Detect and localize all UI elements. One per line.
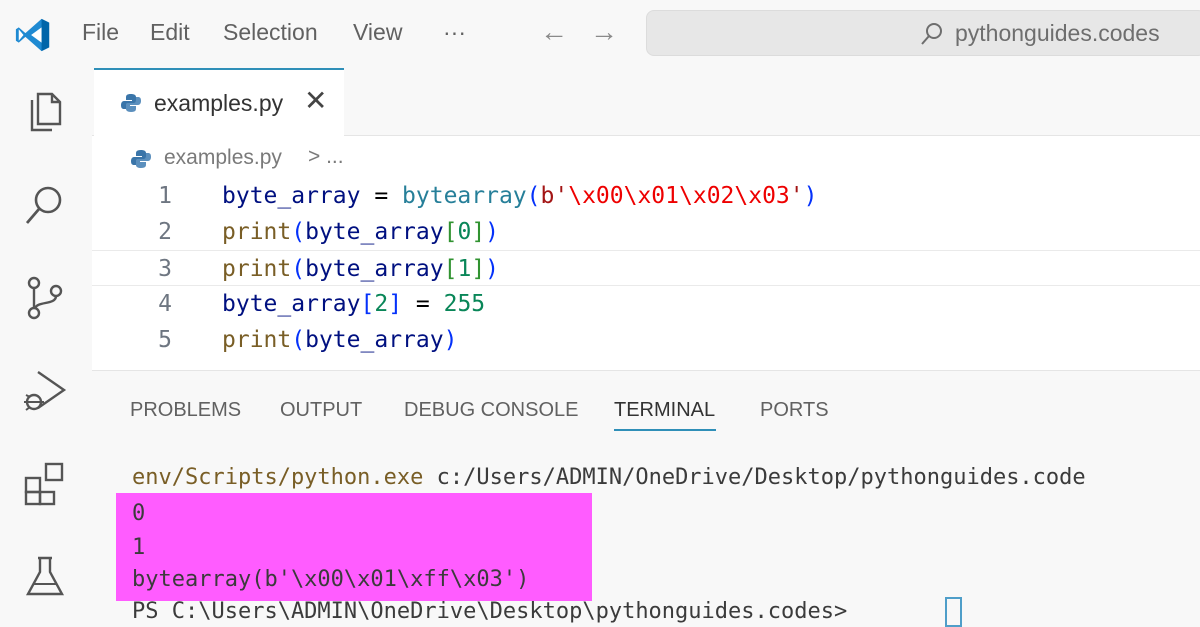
tab-examples-py[interactable]: examples.py ✕: [94, 68, 344, 137]
line-content: byte_array[2] = 255: [222, 291, 486, 317]
extensions-icon[interactable]: [20, 458, 70, 508]
editor-tab-strip: examples.py ✕: [92, 68, 1200, 137]
command-center-search[interactable]: pythonguides.codes: [646, 10, 1200, 56]
line-content: byte_array = bytearray(b'\x00\x01\x02\x0…: [222, 183, 818, 209]
code-line[interactable]: 2 print(byte_array[0]): [92, 214, 1200, 250]
back-arrow-icon[interactable]: ←: [540, 16, 568, 48]
tab-terminal[interactable]: TERMINAL: [614, 399, 715, 422]
search-icon: [921, 23, 942, 45]
menu-file[interactable]: File: [82, 19, 119, 46]
line-content: print(byte_array): [222, 327, 458, 353]
line-number: 5: [158, 327, 172, 353]
source-control-icon[interactable]: [20, 273, 70, 323]
search-text: pythonguides.codes: [955, 20, 1160, 46]
forward-arrow-icon[interactable]: →: [590, 16, 618, 48]
explorer-icon[interactable]: [20, 88, 70, 138]
search-icon[interactable]: [20, 180, 70, 230]
terminal-prompt: PS C:\Users\ADMIN\OneDrive\Desktop\pytho…: [132, 599, 848, 624]
activity-bar: [0, 68, 92, 627]
code-line[interactable]: 4 byte_array[2] = 255: [92, 286, 1200, 322]
python-file-icon: [121, 94, 141, 112]
tab-ports[interactable]: PORTS: [760, 399, 829, 422]
close-icon[interactable]: ✕: [304, 84, 327, 117]
code-line[interactable]: 5 print(byte_array): [92, 322, 1200, 358]
tab-output[interactable]: OUTPUT: [280, 399, 362, 422]
terminal-command: env/Scripts/python.exe c:/Users/ADMIN/On…: [132, 465, 1086, 490]
tab-label: examples.py: [154, 90, 284, 116]
code-line[interactable]: 1 byte_array = bytearray(b'\x00\x01\x02\…: [92, 178, 1200, 214]
terminal-output: 1: [132, 535, 146, 560]
bottom-panel: PROBLEMS OUTPUT DEBUG CONSOLE TERMINAL P…: [92, 370, 1200, 627]
breadcrumb-file[interactable]: examples.py: [164, 146, 282, 170]
editor: examples.py ✕ examples.py > ... 1 byte_a…: [92, 68, 1200, 370]
run-debug-icon[interactable]: [20, 366, 70, 416]
line-content: print(byte_array[1]): [222, 256, 500, 282]
vscode-logo-icon: [15, 18, 50, 52]
terminal-cursor: [945, 597, 962, 627]
terminal-output: 0: [132, 501, 146, 526]
terminal-output: bytearray(b'\x00\x01\xff\x03'): [132, 567, 530, 592]
code-line-current[interactable]: 3 print(byte_array[1]): [92, 250, 1200, 286]
line-number: 2: [158, 219, 172, 245]
tab-debug-console[interactable]: DEBUG CONSOLE: [404, 399, 578, 422]
python-file-icon: [131, 150, 151, 168]
menu-edit[interactable]: Edit: [150, 19, 190, 46]
menu-selection[interactable]: Selection: [223, 19, 318, 46]
line-number: 3: [158, 256, 172, 282]
menu-view[interactable]: View: [353, 19, 402, 46]
tab-problems[interactable]: PROBLEMS: [130, 399, 241, 422]
active-tab-indicator: [614, 429, 716, 431]
line-number: 1: [158, 183, 172, 209]
menu-more[interactable]: ···: [443, 19, 466, 46]
breadcrumb-more[interactable]: > ...: [308, 145, 344, 169]
testing-icon[interactable]: [20, 552, 70, 602]
line-content: print(byte_array[0]): [222, 219, 500, 245]
line-number: 4: [158, 291, 172, 317]
title-bar: File Edit Selection View ··· ← → pythong…: [0, 0, 1200, 68]
